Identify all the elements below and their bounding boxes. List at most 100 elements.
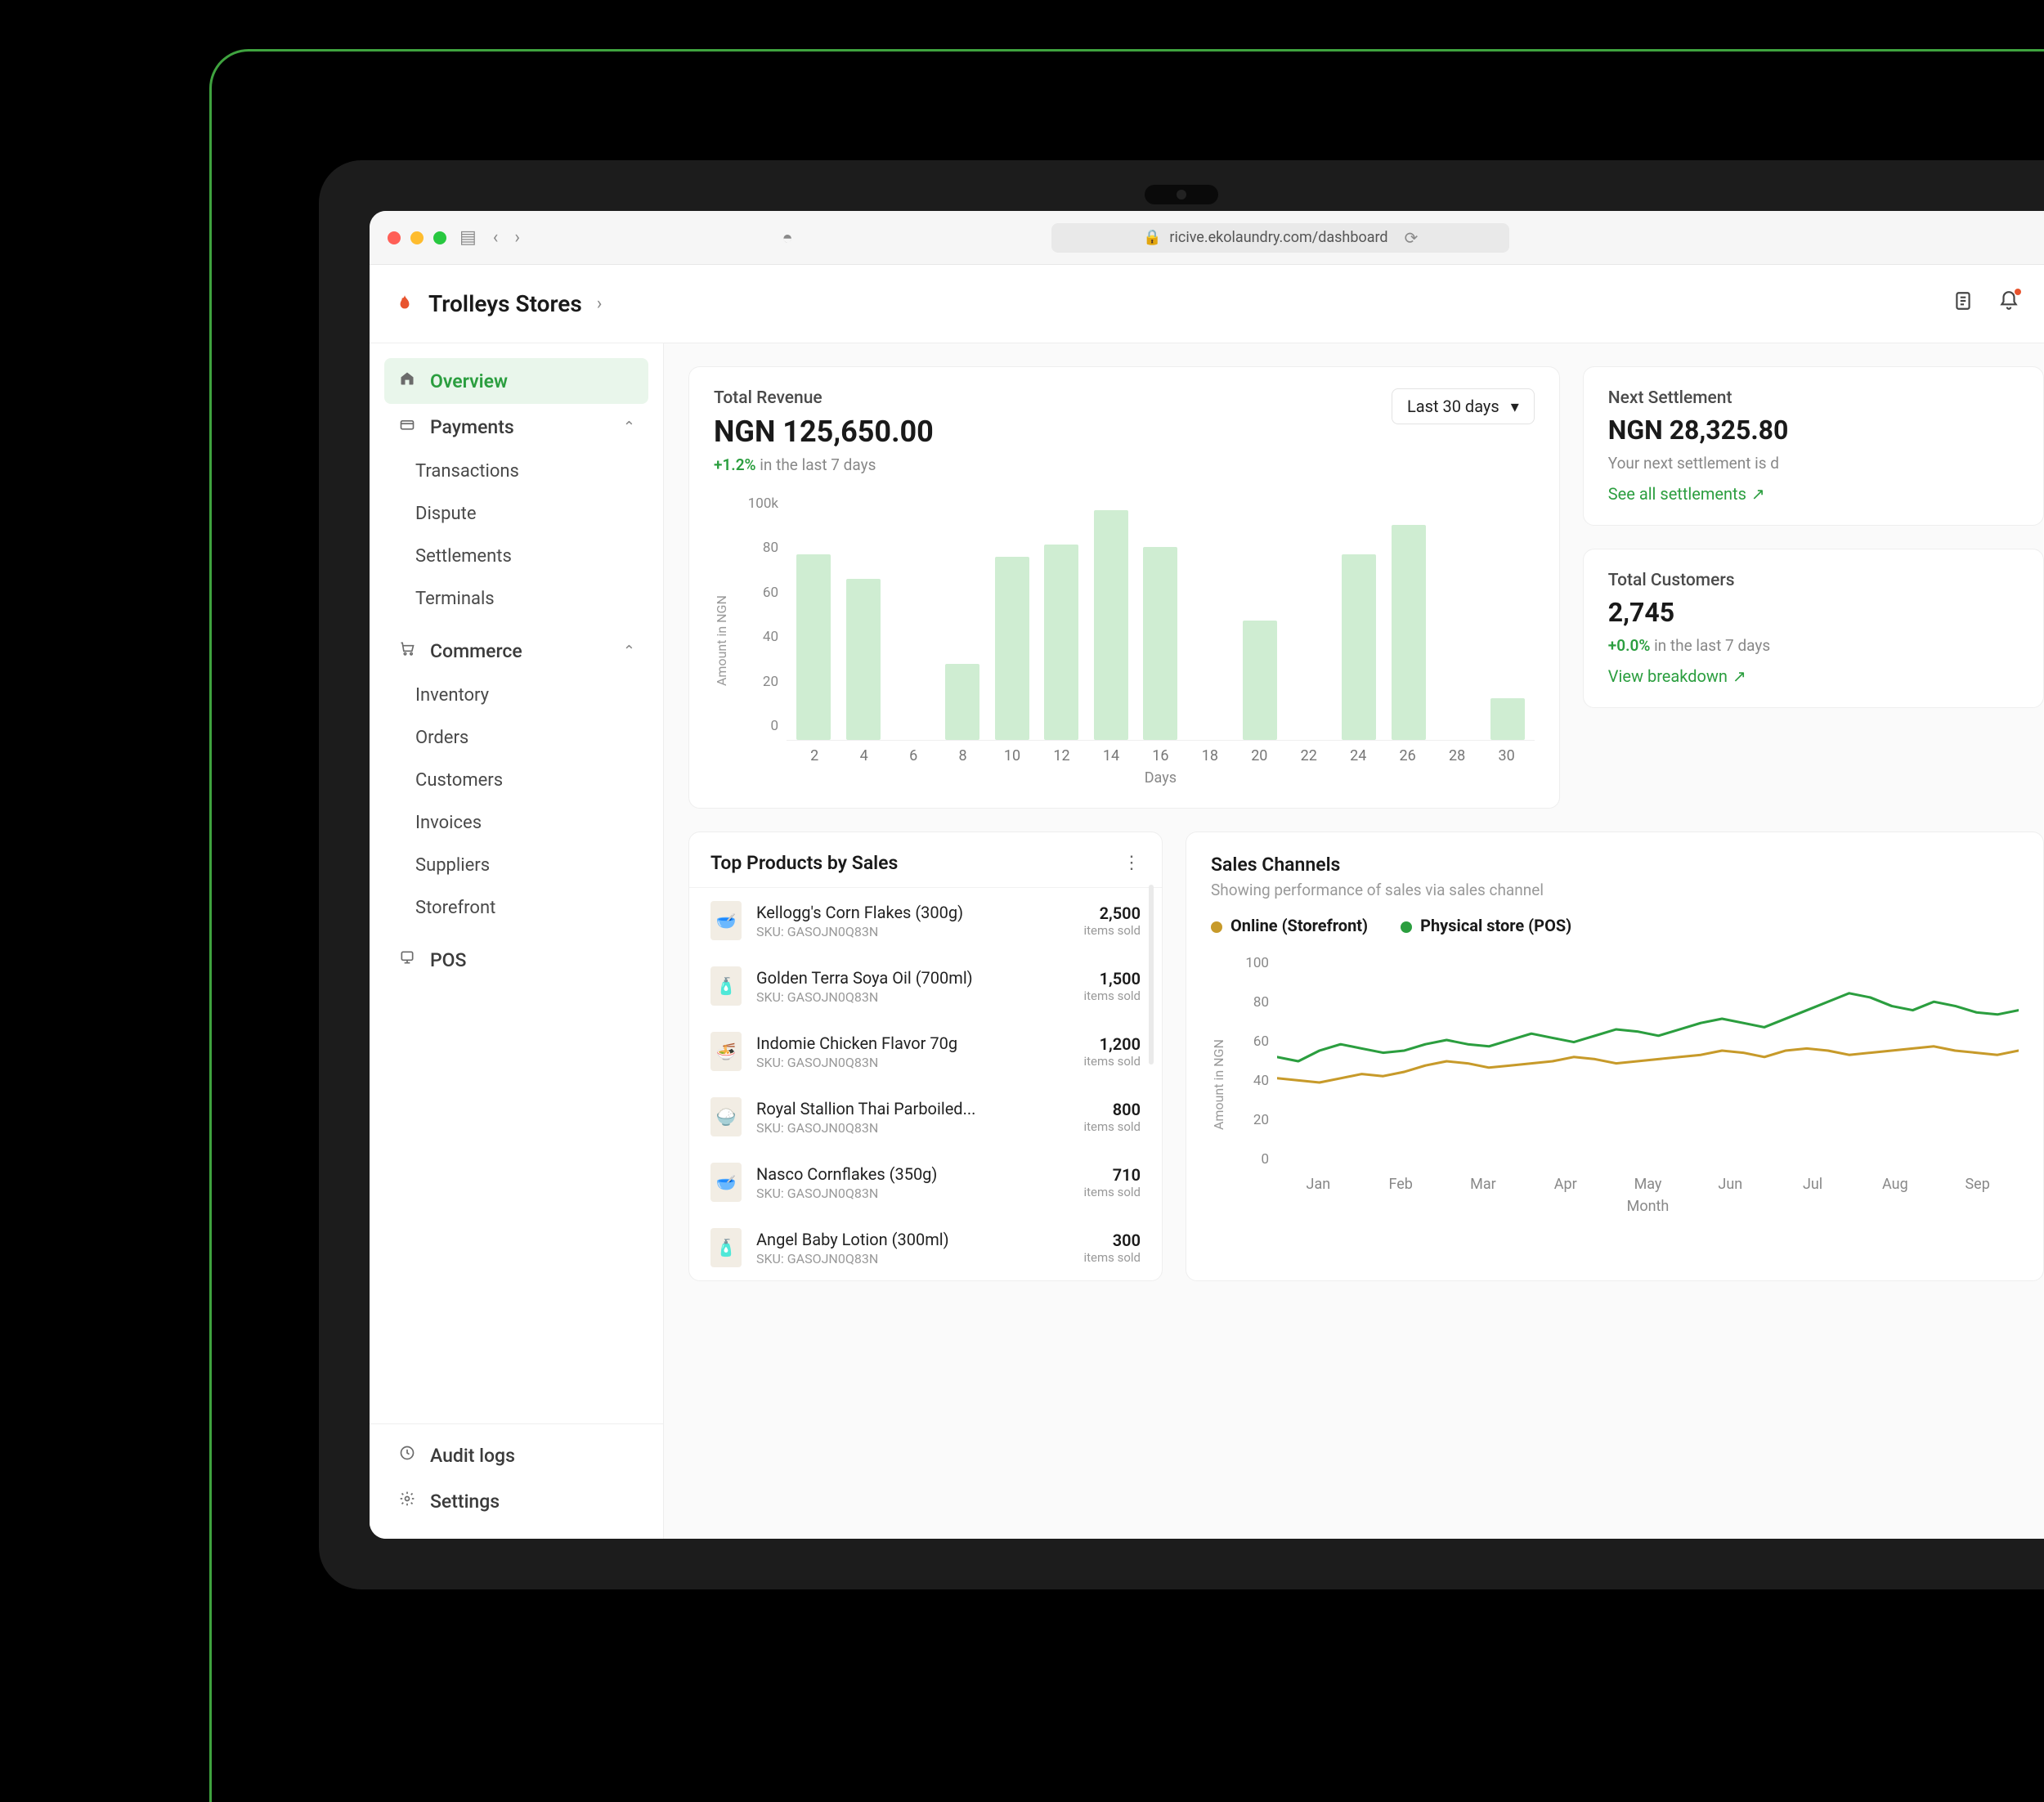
window-minimize-dot[interactable]: [410, 231, 424, 244]
sidebar-toggle-icon[interactable]: ▤: [456, 227, 480, 248]
refresh-icon[interactable]: ⟳: [1405, 228, 1419, 248]
pos-icon: [397, 949, 417, 970]
card-subtitle: Showing performance of sales via sales c…: [1211, 881, 2019, 899]
period-selector[interactable]: Last 30 days ▾: [1392, 388, 1535, 424]
customers-delta: +0.0% in the last 7 days: [1608, 636, 2019, 655]
forward-icon[interactable]: ›: [511, 227, 523, 248]
sidebar-item-label: Audit logs: [430, 1445, 515, 1467]
window-zoom-dot[interactable]: [433, 231, 446, 244]
product-name: Indomie Chicken Flavor 70g: [756, 1033, 1069, 1053]
sidebar-item-storefront[interactable]: Storefront: [415, 886, 663, 929]
sidebar-item-label: Commerce: [430, 640, 522, 662]
back-icon[interactable]: ‹: [490, 227, 502, 248]
card-title: Sales Channels: [1211, 854, 2019, 876]
list-item[interactable]: 🧴 Angel Baby Lotion (300ml) SKU: GASOJN0Q8…: [689, 1215, 1162, 1280]
sidebar: Overview Payments ⌃ Transactions Dispute…: [370, 343, 664, 1539]
sidebar-item-settlements[interactable]: Settlements: [415, 535, 663, 577]
product-sku: SKU: GASOJN0Q83N: [756, 989, 1069, 1005]
sidebar-item-payments[interactable]: Payments ⌃: [384, 404, 648, 450]
sidebar-item-audit[interactable]: Audit logs: [384, 1432, 648, 1478]
product-sku: SKU: GASOJN0Q83N: [756, 1251, 1069, 1266]
bell-icon[interactable]: [1998, 290, 2019, 317]
clock-icon: [397, 1445, 417, 1466]
notification-dot: [2015, 289, 2021, 295]
bar: [1392, 525, 1426, 740]
bar: [1143, 547, 1177, 740]
product-thumb: 🍚: [710, 1097, 742, 1136]
divider: [370, 1423, 663, 1424]
brand-name: Trolleys Stores: [428, 290, 582, 317]
sidebar-item-label: Payments: [430, 416, 514, 438]
sidebar-item-inventory[interactable]: Inventory: [415, 674, 663, 716]
sidebar-item-invoices[interactable]: Invoices: [415, 801, 663, 844]
settlement-desc: Your next settlement is d: [1608, 454, 2019, 473]
card-top-products: Top Products by Sales ⋮ 🥣Kellogg's Corn …: [688, 832, 1163, 1281]
product-sku: SKU: GASOJN0Q83N: [756, 924, 1069, 939]
arrow-up-right-icon: ↗: [1732, 666, 1746, 686]
tablet-screen: ▤ ‹ › ◓ 🔒 ricive.ekolaundry.com/dashboar…: [370, 211, 2044, 1539]
product-name: Angel Baby Lotion (300ml): [756, 1230, 1069, 1249]
sidebar-item-commerce[interactable]: Commerce ⌃: [384, 628, 648, 674]
product-name: Royal Stallion Thai Parboiled...: [756, 1099, 1069, 1118]
product-thumb: 🧴: [710, 966, 742, 1006]
product-sku: SKU: GASOJN0Q83N: [756, 1055, 1069, 1070]
product-thumb: 🧴: [710, 1228, 742, 1267]
x-axis-ticks: JanFebMarAprMayJunJulAugSep: [1277, 1171, 2019, 1193]
sidebar-item-suppliers[interactable]: Suppliers: [415, 844, 663, 886]
sidebar-item-customers[interactable]: Customers: [415, 759, 663, 801]
bars-container: [787, 495, 1535, 741]
x-axis-label: Month: [1277, 1198, 2019, 1215]
sidebar-item-terminals[interactable]: Terminals: [415, 577, 663, 620]
bar: [1490, 698, 1525, 740]
address-bar[interactable]: 🔒 ricive.ekolaundry.com/dashboard ⟳: [1051, 223, 1509, 253]
bar: [796, 554, 831, 740]
sidebar-item-label: POS: [430, 949, 466, 971]
shield-icon[interactable]: ◓: [778, 227, 796, 249]
list-item[interactable]: 🍚Royal Stallion Thai Parboiled...SKU: GA…: [689, 1084, 1162, 1150]
card-title: Total Customers: [1608, 571, 2019, 590]
commerce-submenu: Inventory Orders Customers Invoices Supp…: [370, 674, 663, 929]
scrollbar[interactable]: [1149, 885, 1154, 1065]
product-thumb: 🥣: [710, 901, 742, 940]
legend-pos: Physical store (POS): [1401, 916, 1571, 935]
tablet-body: ▤ ‹ › ◓ 🔒 ricive.ekolaundry.com/dashboar…: [319, 160, 2044, 1589]
customers-link[interactable]: View breakdown ↗: [1608, 666, 1746, 686]
bar: [1243, 621, 1277, 741]
window-close-dot[interactable]: [388, 231, 401, 244]
url-text: ricive.ekolaundry.com/dashboard: [1169, 229, 1387, 246]
sidebar-item-pos[interactable]: POS: [384, 937, 648, 983]
y-axis-ticks: 100806040200: [1235, 955, 1269, 1168]
product-qty: 800items sold: [1083, 1100, 1141, 1134]
list-item[interactable]: 🍜 Indomie Chicken Flavor 70g SKU: GASOJN0Q…: [689, 1019, 1162, 1084]
caret-down-icon: ▾: [1511, 397, 1519, 416]
chart-legend: Online (Storefront) Physical store (POS): [1211, 916, 2019, 935]
top-products-list: 🥣Kellogg's Corn Flakes (300g)SKU: GASOJN…: [689, 887, 1162, 1280]
sidebar-item-overview[interactable]: Overview: [384, 358, 648, 404]
channels-line-chart: Amount in NGN 100806040200 JanFebMarAprM…: [1211, 955, 2019, 1215]
list-item[interactable]: 🥣Nasco Cornflakes (350g)SKU: GASOJN0Q83N…: [689, 1150, 1162, 1215]
product-thumb: 🥣: [710, 1163, 742, 1202]
sidebar-item-transactions[interactable]: Transactions: [415, 450, 663, 492]
customers-amount: 2,745: [1608, 597, 2019, 628]
product-qty: 2,500items sold: [1083, 903, 1141, 938]
settlements-link[interactable]: See all settlements ↗: [1608, 484, 1765, 504]
wallet-icon: [397, 416, 417, 437]
home-icon: [397, 370, 417, 392]
list-item[interactable]: 🧴Golden Terra Soya Oil (700ml)SKU: GASOJ…: [689, 953, 1162, 1019]
brand-switcher[interactable]: Trolleys Stores ›: [392, 290, 670, 317]
legend-dot-icon: [1401, 921, 1412, 933]
product-qty: 300items sold: [1083, 1230, 1141, 1265]
sidebar-item-settings[interactable]: Settings: [384, 1478, 648, 1524]
product-thumb: 🍜: [710, 1032, 742, 1071]
sidebar-item-dispute[interactable]: Dispute: [415, 492, 663, 535]
list-item[interactable]: 🥣Kellogg's Corn Flakes (300g)SKU: GASOJN…: [689, 888, 1162, 953]
card-total-customers: Total Customers 2,745 +0.0% in the last …: [1583, 549, 2044, 708]
document-icon[interactable]: [1952, 290, 1974, 317]
product-qty: 1,500items sold: [1083, 969, 1141, 1003]
sidebar-item-orders[interactable]: Orders: [415, 716, 663, 759]
flame-icon: [392, 292, 417, 316]
bar: [1342, 554, 1376, 740]
card-title: Next Settlement: [1608, 388, 2019, 408]
bar: [1094, 510, 1128, 740]
kebab-menu-icon[interactable]: ⋮: [1123, 853, 1141, 873]
